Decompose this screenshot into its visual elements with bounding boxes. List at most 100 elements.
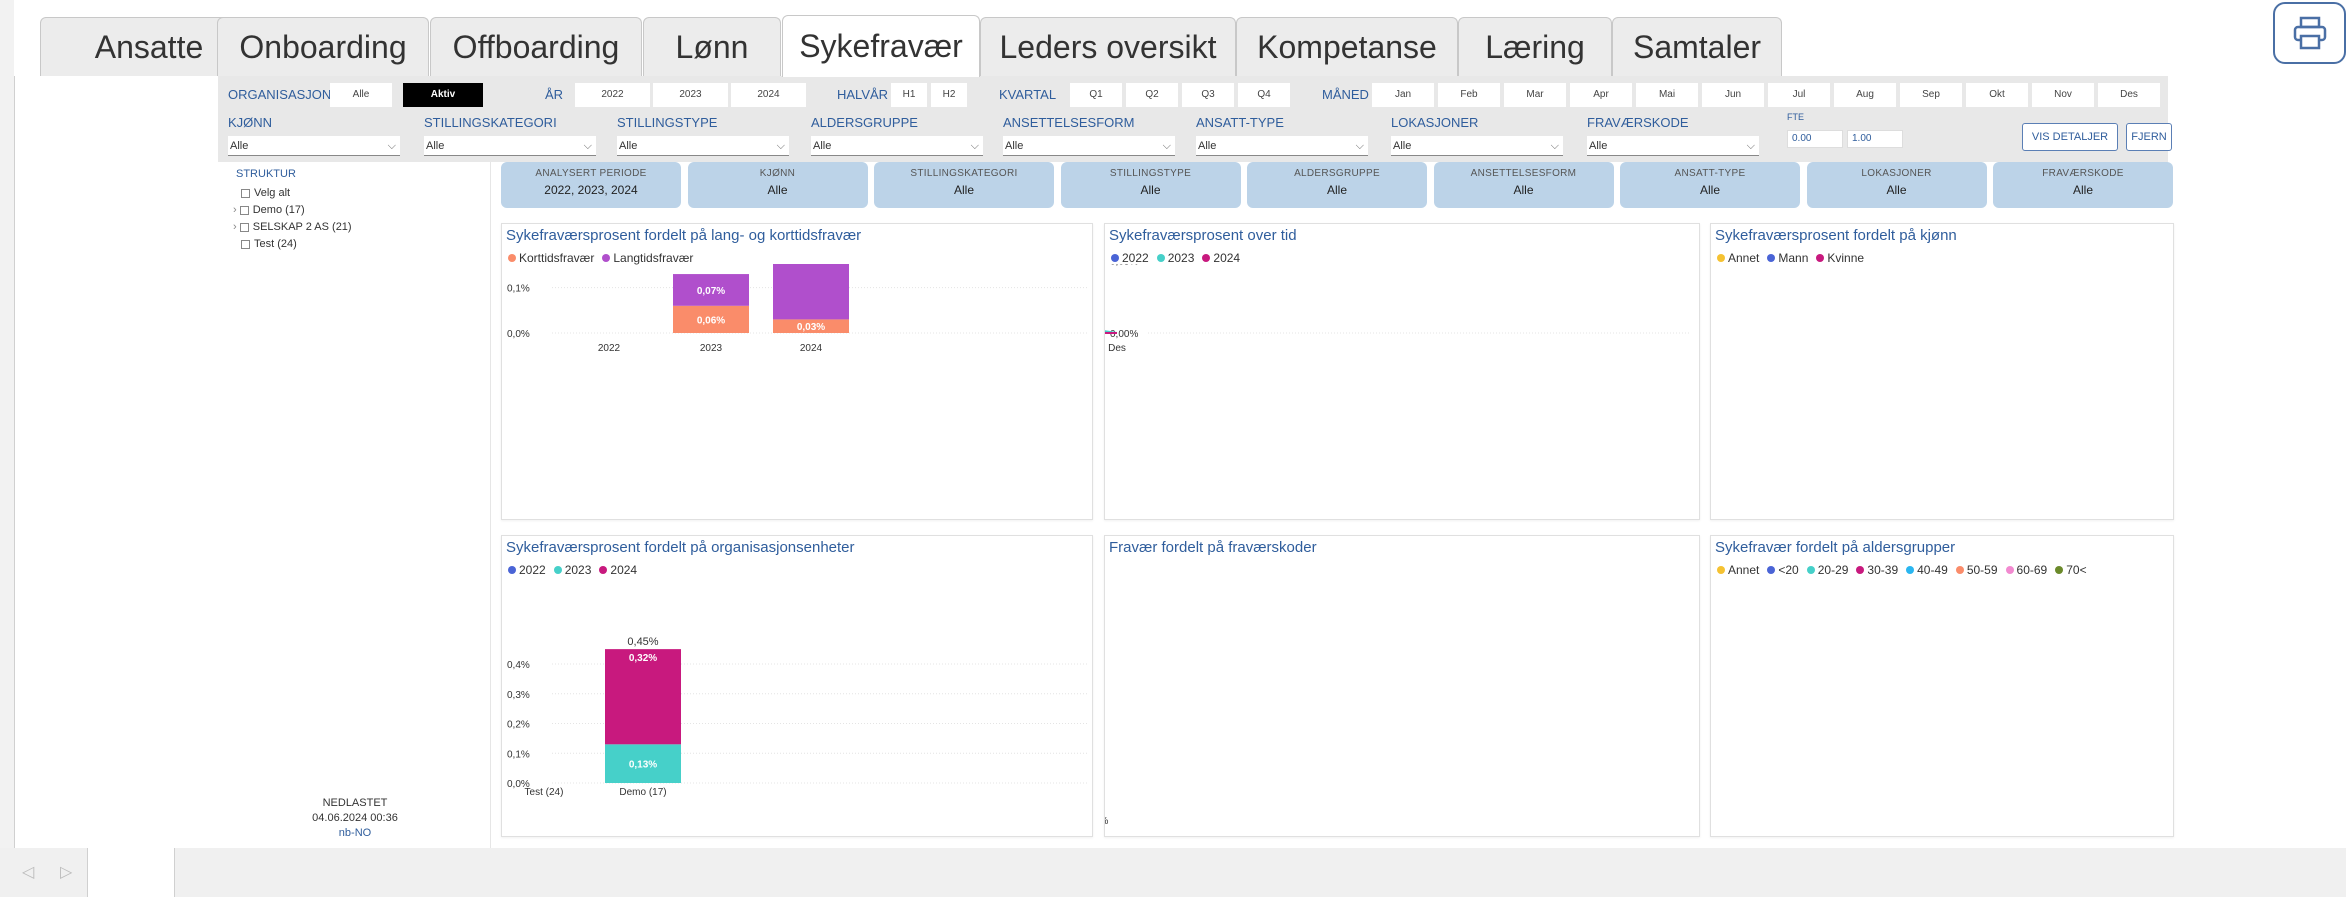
dropdown-stillingskategori[interactable]: Alle ⌵ [424,136,596,156]
legend-item[interactable]: 2022 [508,563,546,577]
month-option[interactable]: Jun [1702,83,1764,107]
checkbox-icon[interactable] [241,239,250,249]
month-option[interactable]: Jul [1768,83,1830,107]
y-tick-label: 0,00% [1110,329,1138,340]
legend-item[interactable]: Langtidsfravær [602,251,693,265]
printer-icon [2293,16,2326,50]
legend-item[interactable]: 50-59 [1955,563,1998,577]
dropdown-aldersgruppe[interactable]: Alle ⌵ [811,136,983,156]
month-option[interactable]: Feb [1438,83,1500,107]
quarter-option[interactable]: Q3 [1182,83,1234,107]
checkbox-icon[interactable] [239,222,249,232]
org-option-aktiv[interactable]: Aktiv [403,83,483,107]
month-option[interactable]: Mai [1636,83,1698,107]
legend-dot [1955,566,1964,574]
tab-samtaler[interactable]: Samtaler [1612,17,1782,76]
dropdown-stillingstype[interactable]: Alle ⌵ [617,136,789,156]
month-option[interactable]: Okt [1966,83,2028,107]
month-option[interactable]: Sep [1900,83,1962,107]
dropdown-fraværskode[interactable]: Alle ⌵ [1587,136,1759,156]
half-option[interactable]: H2 [931,83,967,107]
year-option[interactable]: 2022 [575,83,650,107]
checkbox-icon[interactable] [239,205,249,215]
chart-legend: Annet Mann Kvinne [1717,251,1872,265]
quarter-option[interactable]: Q2 [1126,83,1178,107]
bar[interactable] [773,264,849,320]
legend-item[interactable]: <20 [1767,563,1799,577]
card-lokasjoner: LOKASJONER Alle [1806,162,1987,208]
month-option[interactable]: Jan [1372,83,1434,107]
tab-onboarding[interactable]: Onboarding [217,17,429,76]
month-option[interactable]: Mar [1504,83,1566,107]
dropdown-ansatt-type[interactable]: Alle ⌵ [1196,136,1368,156]
page-tab[interactable] [87,848,175,897]
footer-locale: nb-NO [338,827,372,839]
card-value: Alle [1886,183,1907,197]
legend-item[interactable]: Kvinne [1816,251,1864,265]
dropdown-value: Alle [1198,140,1217,152]
legend-item[interactable]: 2023 [553,563,591,577]
legend-item[interactable]: 20-29 [1806,563,1848,577]
tab-offboarding[interactable]: Offboarding [430,17,642,76]
legend-item[interactable]: 70< [2055,563,2087,577]
structure-item[interactable]: Test (24) [233,238,297,250]
x-tick-label: Des [1108,343,1126,354]
expand-icon[interactable]: › [233,204,240,216]
legend-item[interactable]: 2022 [1111,251,1149,265]
legend-item[interactable]: Annet [1717,563,1759,577]
dropdown-lokasjoner[interactable]: Alle ⌵ [1391,136,1563,156]
legend-item[interactable]: Mann [1767,251,1808,265]
x-tick-label: 2023 [700,343,723,354]
year-option[interactable]: 2023 [653,83,728,107]
series-line-2023[interactable] [1105,264,1118,334]
month-option[interactable]: Nov [2032,83,2094,107]
chart-org: 0,0%0,1%0,2%0,3%0,4%SELSKAP 2 AS (21)Tes… [507,636,1087,798]
structure-item[interactable]: › Demo (17) [233,204,305,216]
legend-item[interactable]: 2024 [1202,251,1240,265]
card-title: ANSETTELSESFORM [1470,168,1577,179]
data-label: 0,06% [697,315,725,326]
org-option-alle[interactable]: Alle [330,83,392,107]
legend-item[interactable]: Korttidsfravær [508,251,594,265]
checkbox-icon[interactable] [241,188,250,198]
next-page-icon[interactable]: ▷ [60,862,72,882]
vis-detaljer-button[interactable]: VIS DETALJER [2022,123,2118,151]
fjern-button[interactable]: FJERN [2126,123,2172,151]
series-line-2024[interactable] [1105,264,1117,334]
month-option[interactable]: Apr [1570,83,1632,107]
legend-item[interactable]: 2023 [1156,251,1194,265]
filter-label: FRAVÆRSKODE [1587,115,1689,130]
month-option[interactable]: Des [2098,83,2160,107]
legend-item[interactable]: Annet [1717,251,1759,265]
quarter-option[interactable]: Q4 [1238,83,1290,107]
tab-leders-oversikt[interactable]: Leders oversikt [980,17,1236,76]
prev-page-icon[interactable]: ◁ [22,862,34,882]
half-option[interactable]: H1 [891,83,927,107]
year-option[interactable]: 2024 [731,83,806,107]
card-title: LOKASJONER [1861,168,1932,179]
legend-item[interactable]: 40-49 [1906,563,1948,577]
legend-item[interactable]: 2024 [599,563,637,577]
legend-item[interactable]: 60-69 [2005,563,2047,577]
tab-lønn[interactable]: Lønn [643,17,781,76]
structure-item[interactable]: Velg alt [241,187,290,199]
fte-min-input[interactable]: 0.00 [1787,130,1843,148]
month-option[interactable]: Aug [1834,83,1896,107]
card-value: Alle [2072,183,2093,197]
structure-item[interactable]: › SELSKAP 2 AS (21) [233,221,352,233]
quarter-option[interactable]: Q1 [1070,83,1122,107]
print-button[interactable] [2273,2,2346,64]
legend-item[interactable]: 30-39 [1856,563,1898,577]
dropdown-kjønn[interactable]: Alle ⌵ [228,136,400,156]
fte-max-input[interactable]: 1.00 [1847,130,1903,148]
expand-icon[interactable]: › [233,221,240,233]
dropdown-value: Alle [426,140,445,152]
tab-kompetanse[interactable]: Kompetanse [1236,17,1458,76]
dropdown-ansettelsesform[interactable]: Alle ⌵ [1003,136,1175,156]
tab-læring[interactable]: Læring [1458,17,1612,76]
card-fraværskode: FRAVÆRSKODE Alle [1993,162,2173,208]
card-value: Alle [1699,183,1720,197]
tab-sykefravær[interactable]: Sykefravær [782,15,980,77]
card-title: FRAVÆRSKODE [2042,168,2124,179]
y-tick-label: 0,1% [507,284,530,295]
